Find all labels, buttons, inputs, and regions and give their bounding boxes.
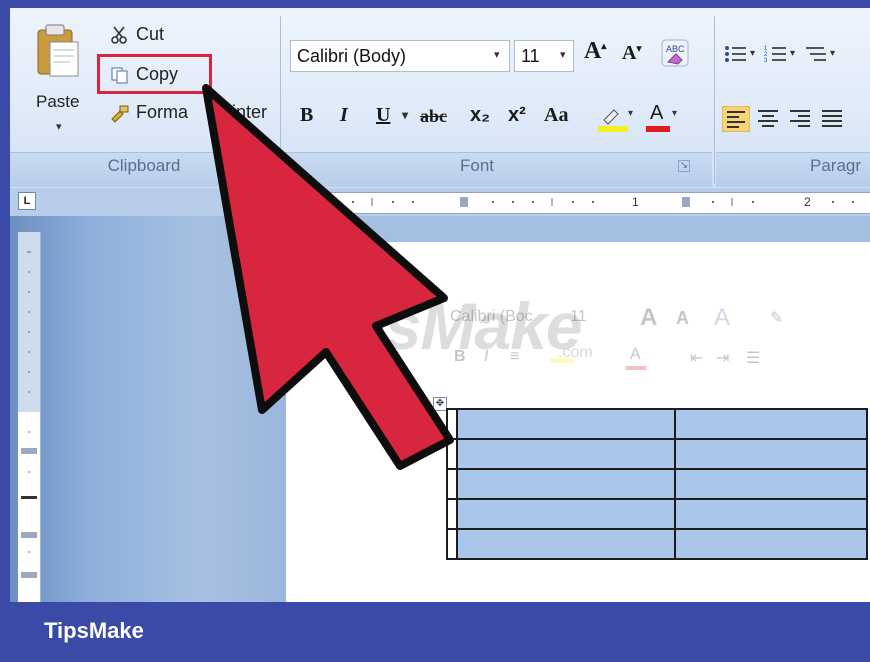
bold-button[interactable]: B xyxy=(300,104,313,127)
align-left-icon[interactable] xyxy=(722,106,750,132)
ruler-mark-1: 1 xyxy=(632,195,639,209)
shrink-font-icon[interactable]: A▾ xyxy=(622,42,641,65)
justify-icon[interactable] xyxy=(820,108,844,130)
table-cell[interactable] xyxy=(456,438,676,470)
underline-dropdown-icon[interactable]: ▾ xyxy=(402,108,408,123)
scissors-icon xyxy=(111,26,127,44)
table-cell[interactable] xyxy=(456,528,676,560)
footer-brand: TipsMake xyxy=(44,618,144,643)
table-move-handle-icon[interactable]: ✥ xyxy=(433,397,447,411)
mini-font-size[interactable]: 11 xyxy=(570,308,587,326)
workspace-background xyxy=(10,216,286,602)
numbering-icon[interactable]: 1 2 3 xyxy=(764,44,788,64)
mini-font-name[interactable]: Calibri (Boc xyxy=(450,308,533,326)
underline-button[interactable]: U xyxy=(376,104,390,127)
mini-toolbar[interactable]: Calibri (Boc 11 A A A ✎ B I ≡ A ⇤ ⇥ ☰ xyxy=(440,296,800,378)
font-group-label: Font xyxy=(459,156,495,175)
multilevel-list-icon[interactable] xyxy=(804,44,828,64)
horizontal-ruler[interactable]: 1 2 xyxy=(272,192,870,214)
table-cell[interactable] xyxy=(674,408,868,440)
mini-highlight-icon[interactable] xyxy=(550,358,574,363)
page-top-margin xyxy=(286,216,870,242)
table-row xyxy=(446,498,868,530)
mini-bullets-icon[interactable]: ☰ xyxy=(746,348,760,368)
paste-button-label[interactable]: Paste xyxy=(36,92,79,112)
format-painter-button[interactable]: Forma xyxy=(110,102,188,123)
mini-font-color-swatch xyxy=(626,366,646,370)
font-color-letter: A xyxy=(650,102,664,124)
font-color-swatch xyxy=(646,126,670,132)
bullets-dropdown-icon[interactable]: ▾ xyxy=(750,48,755,59)
font-color-dropdown-icon[interactable]: ▾ xyxy=(672,108,677,119)
strikethrough-button[interactable]: abc xyxy=(420,106,447,127)
highlight-icon[interactable]: ▾ xyxy=(596,102,636,134)
multilevel-dropdown-icon[interactable]: ▾ xyxy=(830,48,835,59)
format-painter-label-tail: inter xyxy=(232,102,268,122)
mini-indent-icon[interactable]: ⇤ xyxy=(690,348,703,368)
paste-dropdown-icon[interactable]: ▾ xyxy=(56,120,62,133)
group-separator xyxy=(280,16,281,184)
grow-font-icon[interactable]: A▴ xyxy=(584,38,606,65)
font-color-icon[interactable]: A ▾ xyxy=(644,102,684,134)
mini-italic-icon[interactable]: I xyxy=(484,348,488,366)
vertical-ruler[interactable] xyxy=(18,232,41,602)
superscript-button[interactable]: x² xyxy=(508,104,526,127)
mini-grow-font-icon[interactable]: A xyxy=(640,304,657,332)
copy-highlight-box xyxy=(97,54,212,94)
ruler-mark-2: 2 xyxy=(804,195,811,209)
font-dialog-launcher-icon[interactable]: ↘ xyxy=(678,160,690,172)
mini-outdent-icon[interactable]: ⇥ xyxy=(716,348,729,368)
group-separator xyxy=(714,16,715,184)
font-name-dropdown-icon[interactable]: ▾ xyxy=(494,48,500,61)
mini-styles-icon[interactable]: A xyxy=(714,304,730,332)
align-right-icon[interactable] xyxy=(788,108,812,130)
table-cell[interactable] xyxy=(674,528,868,560)
svg-text:ABC: ABC xyxy=(666,44,685,54)
ribbon: Paste ▾ Cut Copy Forma inter Clipboard C… xyxy=(10,8,870,189)
change-case-button[interactable]: Aa xyxy=(544,104,568,127)
table-cell[interactable] xyxy=(674,468,868,500)
table-row xyxy=(446,468,868,500)
tab-selector[interactable]: L xyxy=(18,192,36,210)
format-painter-icon xyxy=(111,105,129,123)
paste-icon[interactable] xyxy=(32,22,82,80)
mini-shrink-font-icon[interactable]: A xyxy=(676,308,689,329)
svg-text:▾: ▾ xyxy=(628,108,633,119)
vertical-ruler-ticks xyxy=(18,232,40,578)
mini-bold-icon[interactable]: B xyxy=(454,348,466,366)
document-table[interactable] xyxy=(446,408,868,560)
cut-button[interactable]: Cut xyxy=(110,24,164,45)
italic-button[interactable]: I xyxy=(340,104,348,127)
mini-format-painter-icon[interactable]: ✎ xyxy=(770,308,783,328)
numbering-dropdown-icon[interactable]: ▾ xyxy=(790,48,795,59)
table-cell[interactable] xyxy=(674,438,868,470)
paragraph-group-label: Paragr xyxy=(810,156,862,175)
mini-font-color-icon[interactable]: A xyxy=(630,346,641,364)
table-row xyxy=(446,528,868,560)
mini-align-icon[interactable]: ≡ xyxy=(510,348,519,366)
table-cell[interactable] xyxy=(456,498,676,530)
ruler-ticks xyxy=(332,197,854,207)
subscript-button[interactable]: x₂ xyxy=(470,104,490,127)
font-size-dropdown-icon[interactable]: ▾ xyxy=(560,48,566,61)
align-center-icon[interactable] xyxy=(756,108,780,130)
table-cell[interactable] xyxy=(456,468,676,500)
clipboard-group-label: Clipboard xyxy=(107,156,181,175)
word-window: Paste ▾ Cut Copy Forma inter Clipboard C… xyxy=(10,8,870,602)
format-painter-label: Forma xyxy=(136,102,189,122)
table-row xyxy=(446,408,868,440)
bullets-icon[interactable] xyxy=(724,44,748,64)
cut-label: Cut xyxy=(136,24,165,44)
table-row xyxy=(446,438,868,470)
table-cell[interactable] xyxy=(456,408,676,440)
screenshot-frame: Paste ▾ Cut Copy Forma inter Clipboard C… xyxy=(0,0,870,662)
clear-format-icon[interactable]: ABC xyxy=(660,38,690,68)
font-name-field[interactable]: Calibri (Body) xyxy=(290,40,510,72)
svg-text:3: 3 xyxy=(764,58,768,64)
table-cell[interactable] xyxy=(674,498,868,530)
